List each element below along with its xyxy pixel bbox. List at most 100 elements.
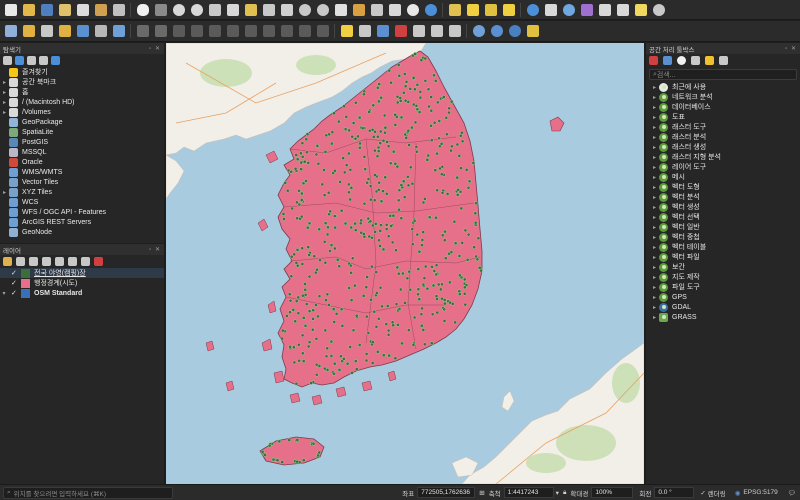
browser-item[interactable]: 즐겨찾기	[0, 67, 164, 77]
add-virtual-layer-icon[interactable]	[110, 23, 127, 39]
campsite-point[interactable]	[353, 136, 358, 141]
expand-arrow-icon[interactable]: ▸	[0, 99, 9, 106]
campsite-point[interactable]	[427, 215, 432, 220]
campsite-point[interactable]	[420, 306, 424, 311]
campsite-point[interactable]	[477, 265, 482, 270]
campsite-point[interactable]	[367, 110, 371, 114]
campsite-point[interactable]	[294, 299, 299, 303]
campsite-point[interactable]	[337, 368, 342, 372]
browser-item[interactable]: MSSQL	[0, 147, 164, 157]
campsite-point[interactable]	[373, 222, 378, 226]
campsite-point[interactable]	[386, 332, 391, 337]
filter-icon[interactable]	[27, 56, 36, 65]
layer-styling-icon[interactable]	[3, 257, 12, 266]
expand-arrow-icon[interactable]: ▸	[650, 304, 659, 311]
processing-provider-item[interactable]: ▸ 레이어 도구	[646, 162, 800, 172]
browser-item[interactable]: SpatiaLite	[0, 127, 164, 137]
campsite-point[interactable]	[457, 154, 462, 158]
campsite-point[interactable]	[371, 135, 376, 139]
campsite-point[interactable]	[317, 294, 322, 298]
select-by-value-icon[interactable]	[500, 2, 517, 18]
browser-item[interactable]: Vector Tiles	[0, 177, 164, 187]
campsite-point[interactable]	[458, 133, 463, 138]
campsite-point[interactable]	[295, 216, 299, 221]
processing-provider-item[interactable]: ▸ 벡터 일반	[646, 222, 800, 232]
edit-features-in-place-icon[interactable]	[705, 56, 714, 65]
campsite-point[interactable]	[356, 134, 360, 139]
campsite-point[interactable]	[307, 253, 311, 257]
campsite-point[interactable]	[423, 342, 427, 347]
map-canvas[interactable]	[166, 43, 644, 484]
campsite-point[interactable]	[288, 298, 293, 303]
expand-arrow-icon[interactable]: ▸	[650, 84, 659, 91]
campsite-point[interactable]	[440, 233, 445, 238]
campsite-point[interactable]	[414, 150, 419, 154]
campsite-point[interactable]	[347, 190, 351, 195]
campsite-point[interactable]	[453, 320, 457, 325]
expand-arrow-icon[interactable]: ▸	[650, 214, 659, 221]
campsite-point[interactable]	[300, 155, 305, 159]
browser-item[interactable]: WCS	[0, 197, 164, 207]
campsite-point[interactable]	[354, 313, 359, 318]
campsite-point[interactable]	[467, 179, 472, 184]
processing-provider-item[interactable]: ▸ 래스터 지형 분석	[646, 152, 800, 162]
data-source-manager-icon[interactable]	[2, 23, 19, 39]
campsite-point[interactable]	[403, 301, 407, 305]
zoom-in-icon[interactable]	[170, 2, 187, 18]
campsite-point[interactable]	[322, 366, 327, 371]
campsite-point[interactable]	[301, 458, 306, 463]
campsite-point[interactable]	[334, 312, 339, 316]
campsite-point[interactable]	[260, 449, 265, 454]
processing-provider-item[interactable]: ▸ GDAL	[646, 302, 800, 312]
zoom-native-icon[interactable]	[278, 2, 295, 18]
spatial-bookmark-icon[interactable]	[368, 2, 385, 18]
campsite-point[interactable]	[362, 92, 366, 97]
campsite-point[interactable]	[300, 333, 305, 338]
campsite-point[interactable]	[423, 79, 428, 83]
campsite-point[interactable]	[306, 344, 311, 349]
campsite-point[interactable]	[403, 84, 408, 89]
campsite-point[interactable]	[421, 230, 425, 234]
campsite-point[interactable]	[438, 287, 443, 292]
deselect-icon[interactable]	[482, 2, 499, 18]
campsite-point[interactable]	[473, 220, 478, 225]
campsite-point[interactable]	[364, 285, 369, 289]
layer-visibility-checkbox[interactable]: ✓	[11, 270, 18, 277]
campsite-point[interactable]	[325, 292, 330, 297]
campsite-point[interactable]	[311, 441, 316, 446]
style-manager-icon[interactable]	[110, 2, 127, 18]
campsite-point[interactable]	[365, 180, 369, 185]
campsite-point[interactable]	[368, 184, 373, 188]
campsite-point[interactable]	[326, 190, 331, 195]
campsite-point[interactable]	[466, 185, 471, 190]
campsite-point[interactable]	[353, 283, 357, 288]
campsite-point[interactable]	[366, 177, 371, 181]
campsite-point[interactable]	[290, 206, 294, 211]
campsite-point[interactable]	[362, 89, 367, 94]
campsite-point[interactable]	[314, 303, 318, 307]
expand-arrow-icon[interactable]: ▸	[650, 264, 659, 271]
campsite-point[interactable]	[337, 264, 341, 269]
campsite-point[interactable]	[439, 142, 444, 146]
campsite-point[interactable]	[407, 143, 411, 147]
campsite-point[interactable]	[463, 302, 468, 307]
campsite-point[interactable]	[300, 141, 305, 145]
campsite-point[interactable]	[388, 161, 393, 166]
campsite-point[interactable]	[384, 191, 389, 196]
processing-provider-item[interactable]: ▸ 벡터 생성	[646, 202, 800, 212]
campsite-point[interactable]	[323, 150, 328, 154]
campsite-point[interactable]	[416, 287, 421, 291]
campsite-point[interactable]	[333, 246, 337, 251]
messages-icon[interactable]: 💬︎	[788, 489, 796, 497]
campsite-point[interactable]	[387, 353, 391, 358]
campsite-point[interactable]	[299, 151, 303, 156]
campsite-point[interactable]	[401, 271, 405, 276]
select-features-icon[interactable]	[464, 2, 481, 18]
campsite-point[interactable]	[404, 136, 408, 140]
campsite-point[interactable]	[383, 175, 387, 180]
campsite-point[interactable]	[288, 344, 292, 349]
campsite-point[interactable]	[452, 219, 457, 224]
browser-item[interactable]: WMS/WMTS	[0, 167, 164, 177]
campsite-point[interactable]	[443, 256, 448, 260]
campsite-point[interactable]	[391, 213, 396, 218]
